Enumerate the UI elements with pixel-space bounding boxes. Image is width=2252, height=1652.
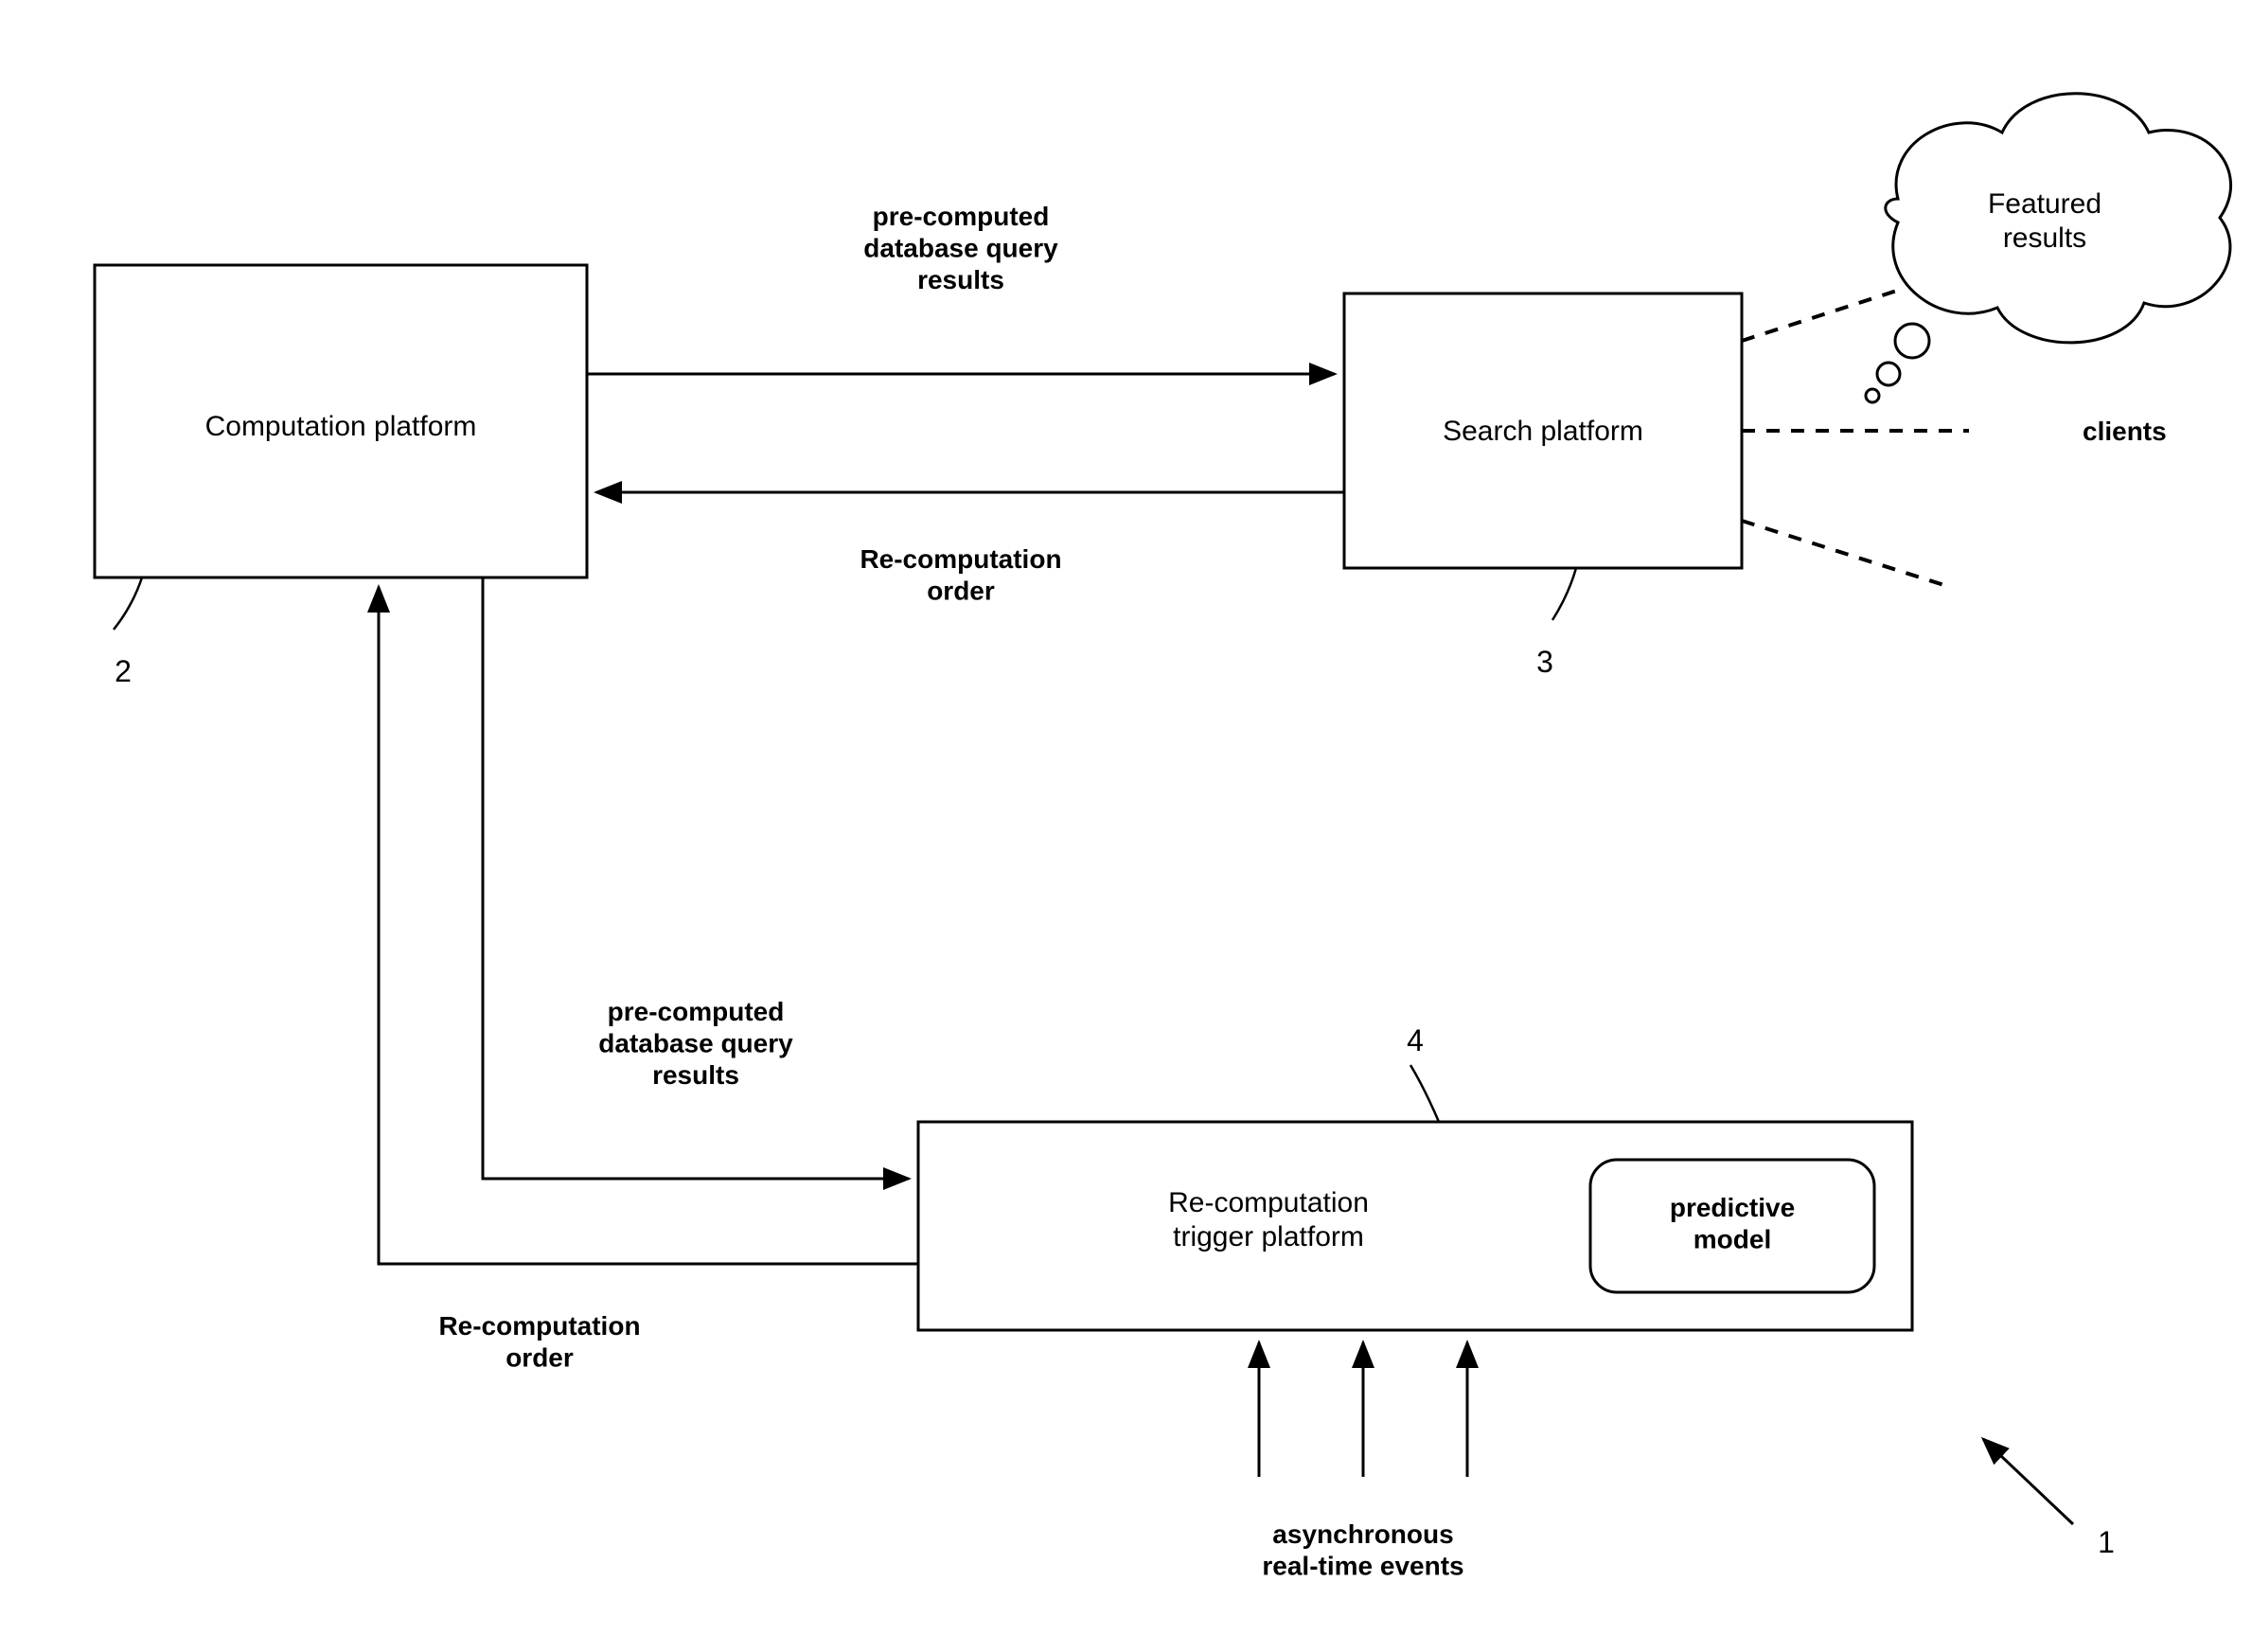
arrow-recompute-bottom [379, 587, 918, 1264]
clients-label: clients [2083, 417, 2167, 446]
ref-1-arrow [1983, 1439, 2073, 1524]
computation-platform-label: Computation platform [205, 411, 477, 442]
ref-2: 2 [115, 654, 132, 688]
label-recompute-top: Re-computationorder [860, 544, 1061, 606]
ref-4-leader [1410, 1065, 1439, 1122]
label-precomputed-bottom: pre-computeddatabase queryresults [598, 997, 793, 1090]
ref-3: 3 [1536, 645, 1553, 679]
ref-1: 1 [2098, 1525, 2115, 1559]
label-async: asynchronousreal-time events [1262, 1519, 1463, 1581]
ref-4: 4 [1407, 1023, 1424, 1057]
dashed-featured [1742, 289, 1903, 341]
ref-3-leader [1552, 568, 1576, 620]
search-platform-label: Search platform [1443, 416, 1643, 447]
label-recompute-bottom: Re-computationorder [438, 1311, 640, 1373]
ref-2-leader [114, 577, 142, 630]
label-precomputed-top: pre-computeddatabase queryresults [863, 202, 1058, 294]
dashed-bottom [1742, 521, 1950, 587]
